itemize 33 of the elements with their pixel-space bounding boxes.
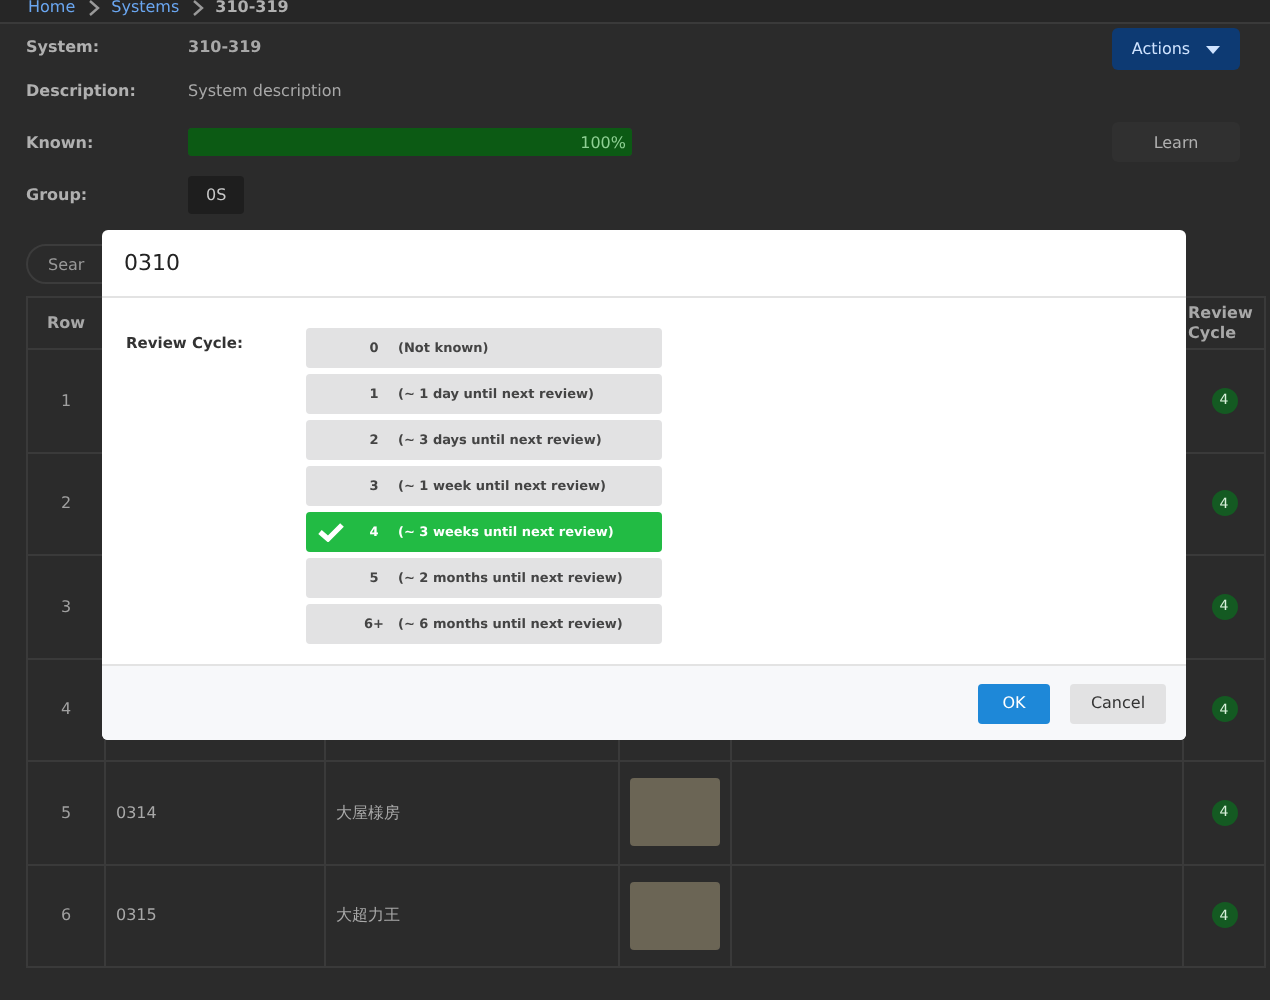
check-icon [317,522,343,542]
breadcrumb-current[interactable]: 310-319 [215,0,289,16]
table-cell: 大屋様房 [336,801,400,824]
breadcrumb-link[interactable]: Systems [111,0,180,16]
photo-placeholder [630,778,720,847]
photo-placeholder [630,881,720,950]
system-value: 310-319 [188,37,262,55]
learn-button[interactable]: Learn [1112,122,1240,162]
table-cell: 0315 [116,906,157,925]
chevron-icon [87,0,100,16]
dialog-title: 0310 [124,250,180,276]
description-label: Description: [26,81,138,99]
table-cell: 0314 [116,803,157,822]
table-cell: 大超力王 [336,904,400,927]
row-number: 1 [60,391,72,410]
row-number: 3 [60,597,72,616]
cancel-button[interactable]: Cancel [1070,683,1166,723]
row-number: 6 [60,906,72,925]
row-number: 5 [60,803,72,822]
known-label: Known: [26,133,96,151]
row-number: 2 [60,494,72,513]
chevron-icon [191,0,204,16]
progress-reading: 100% [580,133,628,151]
breadcrumb-link[interactable]: Home [28,0,76,16]
row-number: 4 [60,700,72,719]
group-tag: 0S [188,175,245,213]
actions-button[interactable]: Actions [1112,28,1240,70]
group-label: Group: [26,185,90,203]
description-value: System description [188,81,342,99]
ok-button[interactable]: OK [978,683,1050,723]
system-label: System: [26,37,102,55]
column-header: Review Cycle [1186,301,1255,346]
caret-icon [1206,45,1221,53]
